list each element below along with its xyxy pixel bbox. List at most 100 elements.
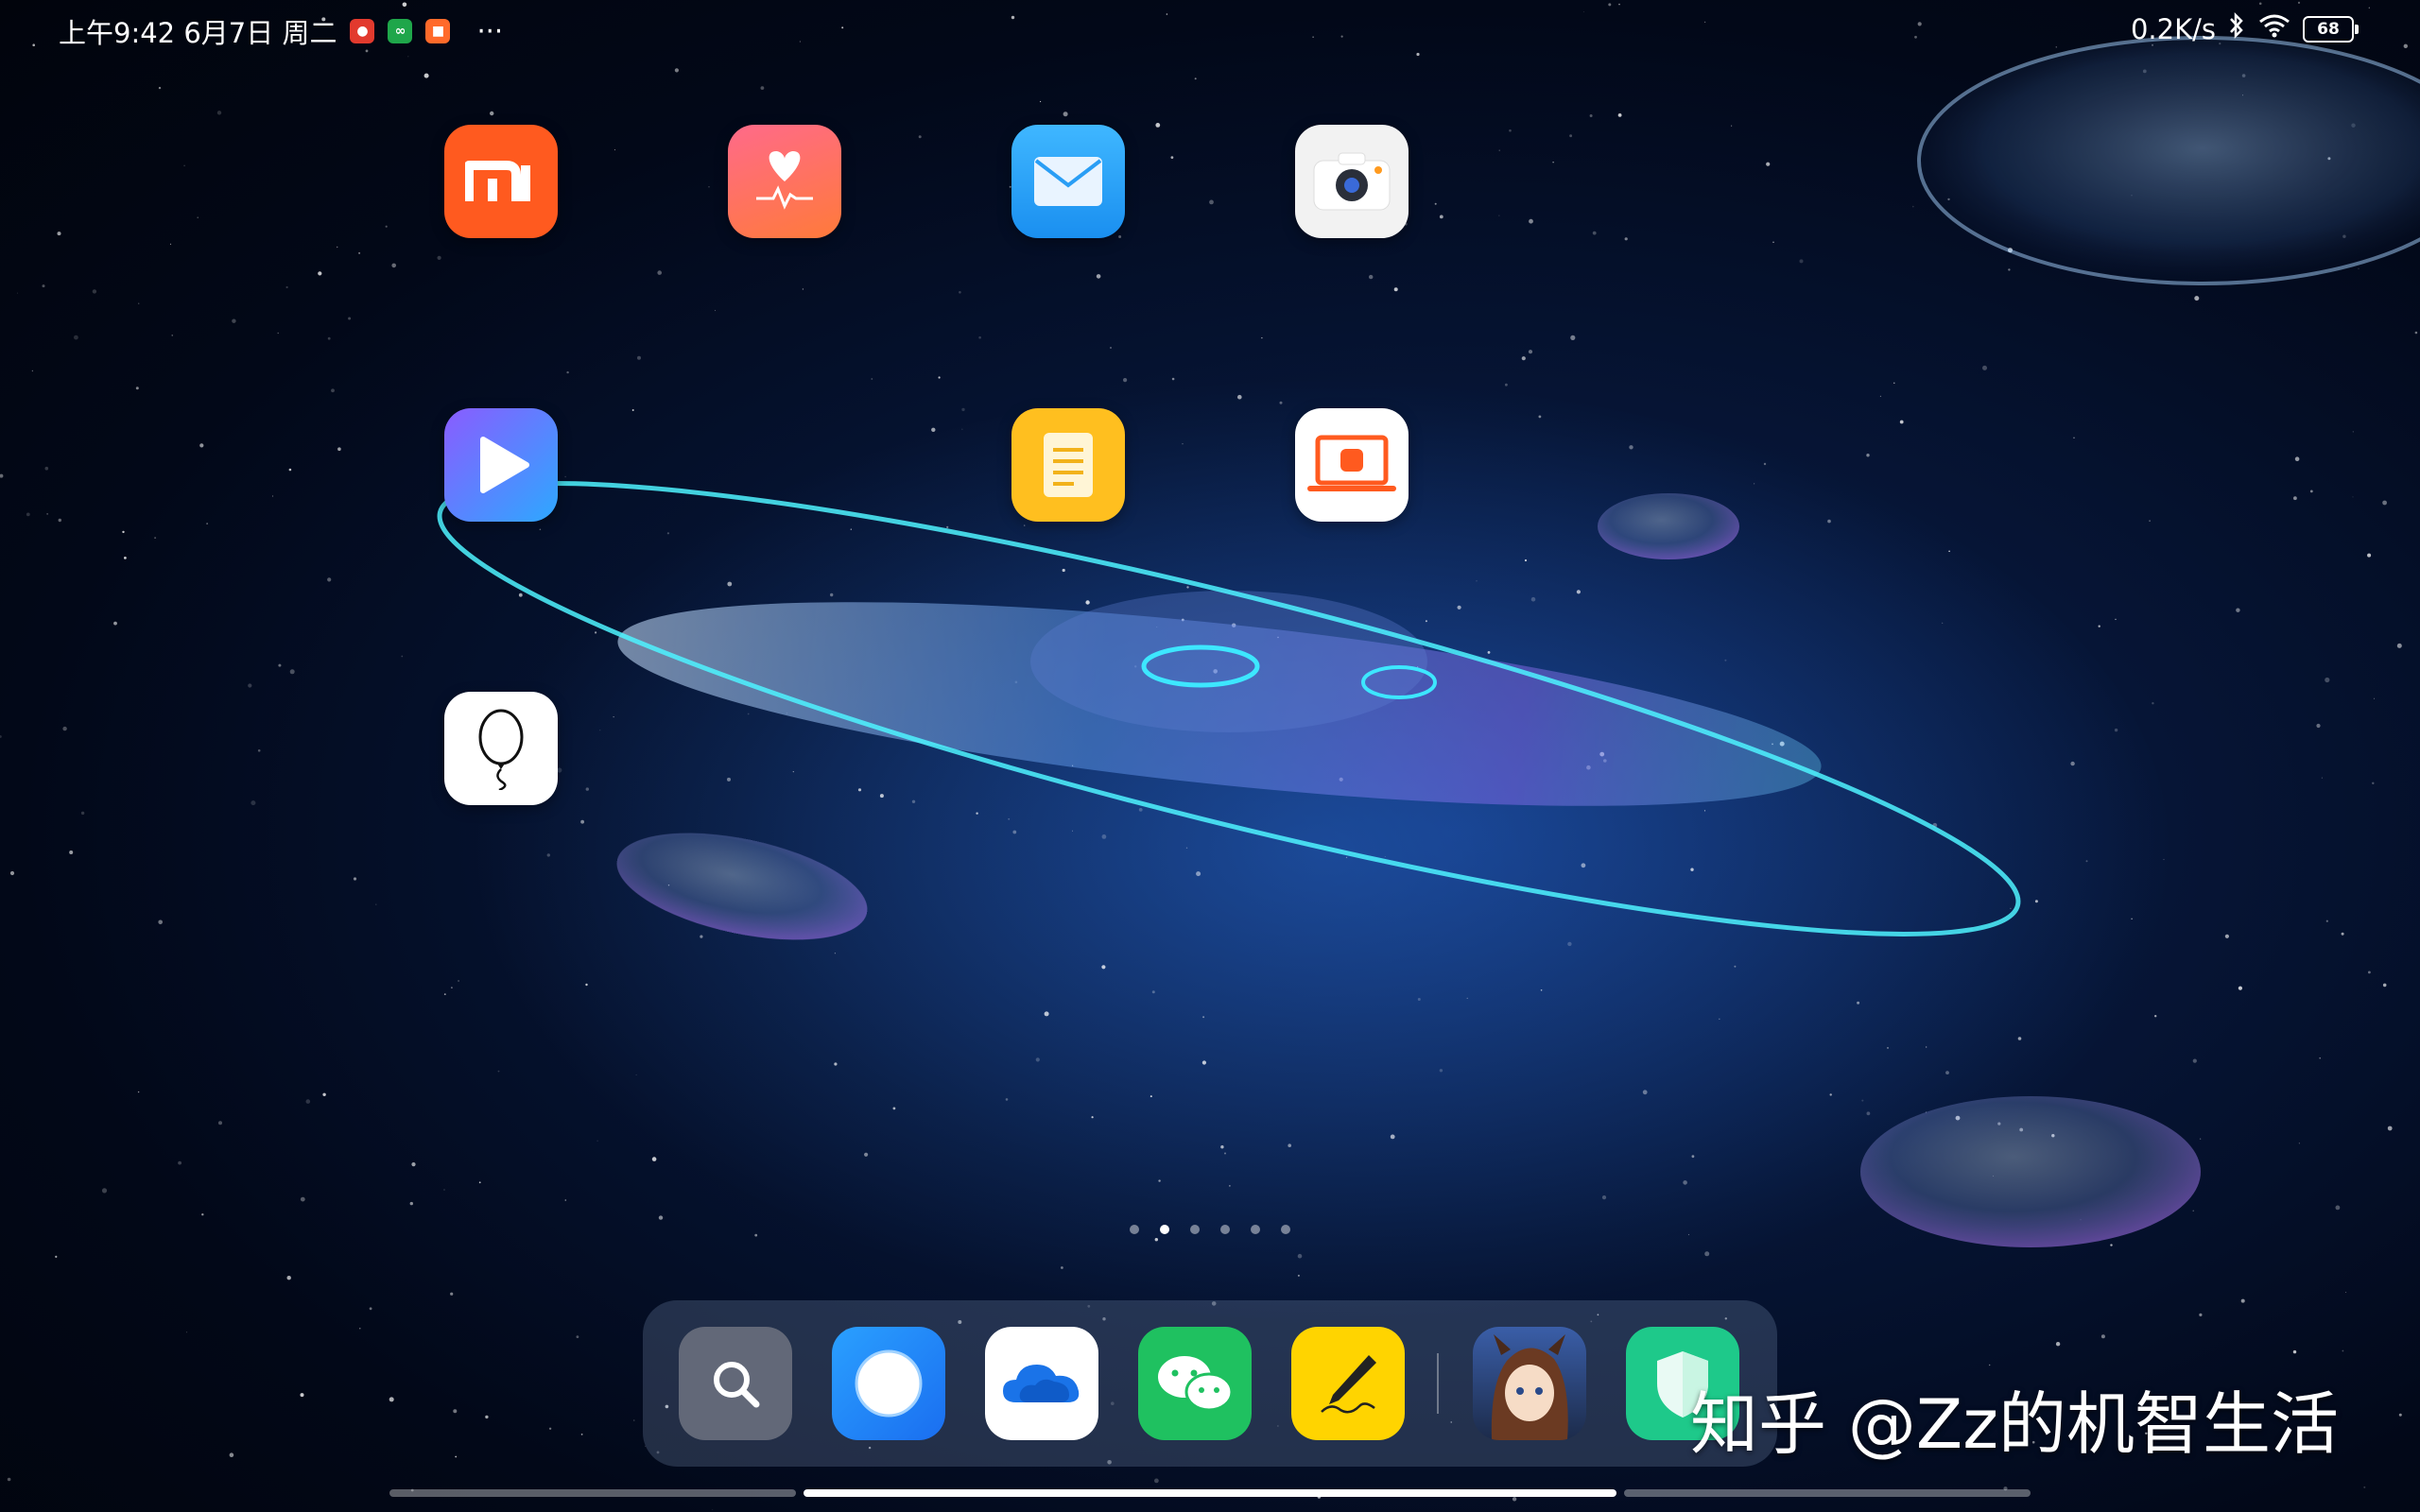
star bbox=[201, 1213, 204, 1216]
balloon-app-icon[interactable] bbox=[444, 692, 558, 805]
camera-app-icon[interactable] bbox=[1295, 125, 1409, 238]
star bbox=[1912, 205, 1914, 208]
star bbox=[1220, 1145, 1224, 1149]
star bbox=[1196, 871, 1201, 877]
star bbox=[57, 232, 61, 236]
star bbox=[478, 1181, 481, 1184]
star bbox=[359, 1328, 361, 1330]
browser-app-icon[interactable] bbox=[832, 1327, 945, 1440]
star bbox=[401, 655, 404, 658]
star bbox=[1194, 77, 1197, 80]
star bbox=[2292, 1349, 2297, 1354]
star bbox=[2358, 267, 2360, 269]
star bbox=[596, 1140, 598, 1142]
video-app-icon[interactable] bbox=[444, 408, 558, 522]
star bbox=[1509, 129, 1512, 132]
star bbox=[1589, 114, 1593, 117]
star bbox=[1989, 1364, 1991, 1366]
star bbox=[2115, 618, 2117, 621]
page-dot[interactable] bbox=[1251, 1225, 1260, 1234]
star bbox=[1617, 113, 1622, 117]
star bbox=[2414, 331, 2418, 335]
star bbox=[1345, 856, 1348, 859]
star bbox=[961, 407, 965, 412]
star bbox=[2017, 1037, 2022, 1040]
star bbox=[1893, 382, 1895, 384]
star bbox=[857, 788, 862, 792]
star bbox=[2325, 677, 2330, 683]
star bbox=[55, 1255, 58, 1258]
star bbox=[871, 378, 873, 380]
star bbox=[451, 987, 453, 988]
star bbox=[2055, 1342, 2061, 1347]
star bbox=[199, 443, 204, 448]
health-app-icon[interactable] bbox=[728, 125, 841, 238]
star bbox=[1942, 622, 1944, 624]
star bbox=[747, 713, 750, 715]
star bbox=[443, 993, 446, 995]
star bbox=[1538, 415, 1542, 419]
home-indicator[interactable] bbox=[804, 1489, 1616, 1497]
star bbox=[1202, 1016, 1205, 1019]
page-dot-active[interactable] bbox=[1160, 1225, 1169, 1234]
star bbox=[278, 663, 282, 667]
right-task-bar[interactable] bbox=[1624, 1489, 2031, 1497]
star bbox=[1155, 123, 1161, 128]
mail-app-icon[interactable] bbox=[1011, 125, 1125, 238]
star bbox=[1687, 1233, 1690, 1236]
page-indicator[interactable] bbox=[0, 1225, 2420, 1234]
game-app-icon[interactable] bbox=[1473, 1327, 1586, 1440]
star bbox=[2238, 986, 2242, 990]
star bbox=[1683, 1180, 1687, 1185]
star bbox=[2367, 553, 2372, 558]
notes-app-icon[interactable] bbox=[1011, 408, 1125, 522]
star bbox=[1061, 1266, 1063, 1269]
star bbox=[1072, 830, 1073, 832]
page-dot[interactable] bbox=[1220, 1225, 1230, 1234]
wechat-app-icon[interactable] bbox=[1138, 1327, 1252, 1440]
star bbox=[850, 528, 852, 530]
star bbox=[331, 388, 335, 393]
star bbox=[1529, 218, 1533, 224]
page-dot[interactable] bbox=[1130, 1225, 1139, 1234]
page-dot[interactable] bbox=[1281, 1225, 1290, 1234]
red-app-notification-icon: ● bbox=[350, 19, 375, 43]
star bbox=[58, 518, 61, 523]
star bbox=[802, 288, 804, 290]
star bbox=[124, 557, 127, 559]
star bbox=[2008, 268, 2011, 271]
star bbox=[792, 771, 794, 773]
star bbox=[1690, 868, 1694, 871]
star bbox=[2192, 1058, 2197, 1063]
onedrive-app-icon[interactable] bbox=[985, 1327, 1098, 1440]
star bbox=[1044, 1011, 1049, 1017]
star bbox=[1567, 941, 1572, 947]
star bbox=[2335, 1205, 2341, 1211]
mi-pc-connect-app-icon[interactable] bbox=[1295, 408, 1409, 522]
star bbox=[614, 149, 615, 151]
star bbox=[2374, 697, 2376, 699]
star bbox=[1439, 215, 1443, 219]
star bbox=[674, 68, 680, 73]
status-bar: 上午9:42 6月7日 周二 ● ∞ ■ ··· 0.2K/s 68 bbox=[0, 0, 2420, 57]
star bbox=[31, 369, 34, 372]
wifi-icon bbox=[2257, 12, 2291, 45]
star bbox=[580, 1434, 583, 1435]
page-dot[interactable] bbox=[1190, 1225, 1200, 1234]
star bbox=[1945, 1071, 1949, 1074]
status-bar-left: 上午9:42 6月7日 周二 ● ∞ ■ ··· bbox=[59, 11, 503, 51]
star bbox=[1261, 337, 1263, 339]
star bbox=[1581, 863, 1586, 868]
star bbox=[1297, 1253, 1303, 1259]
bluetooth-icon bbox=[2227, 11, 2246, 46]
left-task-bar[interactable] bbox=[389, 1489, 796, 1497]
pen-notes-app-icon[interactable] bbox=[1291, 1327, 1405, 1440]
star bbox=[358, 251, 361, 254]
star bbox=[1288, 1143, 1291, 1147]
star bbox=[2085, 860, 2088, 863]
star bbox=[959, 291, 961, 294]
star bbox=[1629, 445, 1634, 450]
mi-store-app-icon[interactable] bbox=[444, 125, 558, 238]
star bbox=[1524, 558, 1528, 562]
search-app-icon[interactable] bbox=[679, 1327, 792, 1440]
